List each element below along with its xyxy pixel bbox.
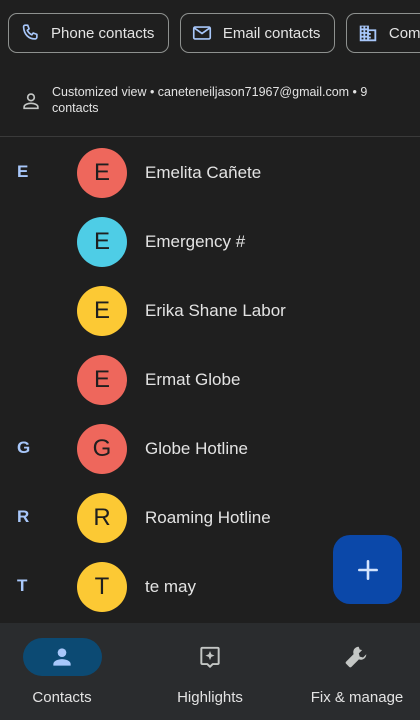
contact-row[interactable]: E E Emelita Cañete — [0, 138, 420, 207]
avatar[interactable]: G — [77, 424, 127, 474]
section-letter: G — [17, 438, 31, 457]
section-letter: T — [17, 576, 28, 595]
contact-name: te may — [145, 577, 197, 596]
building-icon — [357, 22, 379, 44]
nav-fix-manage[interactable]: Fix & manage — [280, 623, 420, 720]
section-letter: E — [17, 162, 29, 181]
account-view-text: Customized view • caneteneiljason71967@g… — [52, 85, 368, 115]
bottom-navigation: Contacts Highlights Fix & manage — [0, 623, 420, 720]
divider — [0, 136, 420, 137]
company-contacts-label: Company — [388, 24, 420, 42]
nav-highlights[interactable]: Highlights — [140, 623, 280, 720]
contact-row[interactable]: G G Globe Hotline — [0, 414, 420, 483]
filter-chips: Phone contacts Email contacts Company — [8, 13, 420, 55]
account-view-info[interactable]: Customized view • caneteneiljason71967@g… — [0, 83, 420, 121]
contact-row[interactable]: E Emergency # — [0, 207, 420, 276]
contact-name: Ermat Globe — [145, 370, 241, 389]
avatar[interactable]: E — [77, 148, 127, 198]
contact-name: Erika Shane Labor — [145, 301, 286, 320]
wrench-icon — [345, 646, 367, 668]
avatar[interactable]: E — [77, 217, 127, 267]
nav-contacts-label: Contacts — [32, 689, 92, 706]
contact-row[interactable]: E Ermat Globe — [0, 345, 420, 414]
phone-contacts-chip[interactable]: Phone contacts — [8, 13, 170, 53]
email-contacts-chip[interactable]: Email contacts — [179, 13, 336, 53]
person-icon — [23, 93, 39, 110]
avatar[interactable]: T — [77, 562, 127, 612]
nav-highlights-label: Highlights — [177, 689, 243, 706]
avatar[interactable]: E — [77, 355, 127, 405]
add-contact-button[interactable] — [333, 535, 402, 604]
phone-icon — [19, 22, 41, 44]
company-contacts-chip[interactable]: Company — [345, 13, 420, 53]
email-contacts-label: Email contacts — [222, 24, 321, 42]
phone-contacts-label: Phone contacts — [51, 24, 155, 42]
section-letter: R — [17, 507, 30, 526]
contact-name: Emergency # — [145, 232, 246, 251]
mail-icon — [191, 22, 213, 44]
contact-name: Roaming Hotline — [145, 508, 271, 527]
contact-name: Emelita Cañete — [145, 163, 262, 182]
contact-row[interactable]: E Erika Shane Labor — [0, 276, 420, 345]
highlights-icon — [200, 646, 220, 668]
person-icon — [53, 648, 71, 666]
avatar[interactable]: E — [77, 286, 127, 336]
contact-name: Globe Hotline — [145, 439, 249, 458]
nav-contacts[interactable]: Contacts — [0, 623, 140, 720]
plus-icon — [357, 559, 378, 580]
avatar[interactable]: R — [77, 493, 127, 543]
nav-fix-manage-label: Fix & manage — [310, 689, 404, 706]
